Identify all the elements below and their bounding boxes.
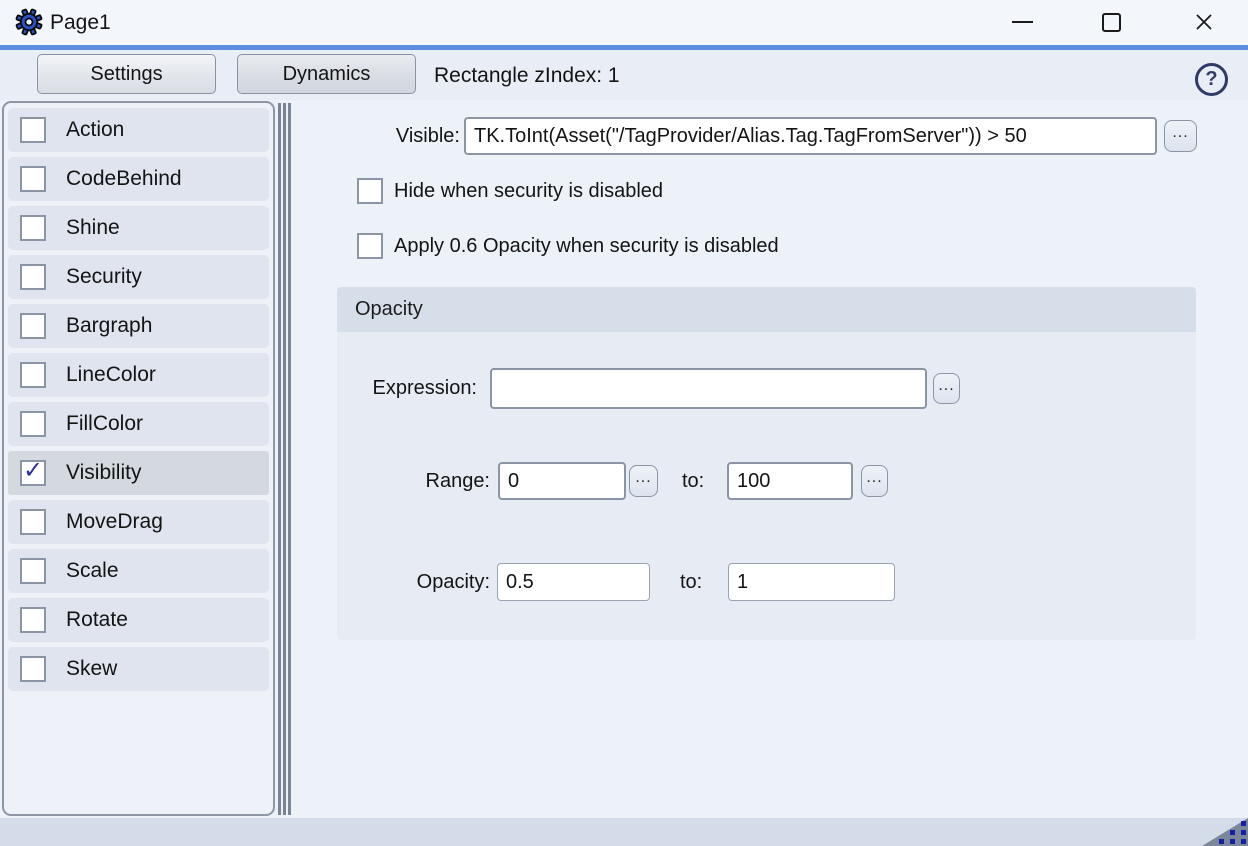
gear-icon: [15, 8, 43, 36]
status-bar: [0, 818, 1248, 846]
security-option-label: Apply 0.6 Opacity when security is disab…: [394, 235, 779, 258]
close-button[interactable]: [1181, 0, 1227, 44]
range-from-browse-button[interactable]: ...: [629, 465, 658, 497]
expression-input[interactable]: [490, 368, 927, 409]
expression-label: Expression:: [337, 368, 477, 409]
checkbox[interactable]: [357, 178, 383, 204]
tab-dynamics[interactable]: Dynamics: [237, 54, 416, 94]
visible-label: Visible:: [290, 117, 460, 155]
titlebar: Page1: [0, 0, 1248, 45]
security-options: Hide when security is disabled Apply 0.6…: [357, 178, 779, 288]
range-to-label: to:: [682, 462, 708, 500]
range-to-input[interactable]: [727, 462, 853, 500]
opacity-label: Opacity:: [337, 563, 490, 601]
window-title: Page1: [50, 0, 111, 45]
opacity-group-header: Opacity: [337, 287, 1196, 332]
range-from-input[interactable]: [498, 462, 626, 500]
checkbox[interactable]: [357, 233, 383, 259]
visible-expression-input[interactable]: [464, 117, 1157, 155]
range-to-browse-button[interactable]: ...: [861, 465, 888, 497]
range-label: Range:: [337, 462, 490, 500]
tab-settings[interactable]: Settings: [37, 54, 216, 94]
visibility-settings-pane: Visible: ... Hide when security is disab…: [0, 100, 1248, 818]
question-icon: ?: [1205, 68, 1217, 91]
minimize-button[interactable]: [999, 0, 1045, 44]
opacity-to-input[interactable]: [728, 563, 895, 601]
security-option-row: Hide when security is disabled: [357, 178, 779, 204]
expression-browse-button[interactable]: ...: [933, 373, 960, 404]
resize-grip-icon: [1202, 818, 1248, 846]
opacity-from-input[interactable]: [497, 563, 650, 601]
dialog-body: Action CodeBehind Shine Security Bargrap…: [0, 100, 1248, 818]
tab-bar: Settings Dynamics Rectangle zIndex: 1: [0, 50, 1248, 100]
help-button[interactable]: ?: [1195, 63, 1228, 96]
opacity-group: Opacity Expression: ... Range: ... to: .…: [337, 287, 1196, 640]
visible-browse-button[interactable]: ...: [1164, 120, 1197, 152]
opacity-to-label: to:: [680, 563, 706, 601]
resize-grip[interactable]: [1202, 818, 1248, 846]
dialog-window: Page1 Settings Dynamics Rectangle zIndex…: [0, 0, 1248, 846]
page-title: Rectangle zIndex: 1: [434, 50, 620, 102]
maximize-icon: [1102, 13, 1121, 32]
opacity-group-title: Opacity: [355, 298, 423, 320]
close-icon: [1193, 11, 1215, 33]
security-option-row: Apply 0.6 Opacity when security is disab…: [357, 233, 779, 259]
minimize-icon: [1012, 21, 1033, 23]
maximize-button[interactable]: [1088, 0, 1134, 44]
security-option-label: Hide when security is disabled: [394, 180, 663, 203]
